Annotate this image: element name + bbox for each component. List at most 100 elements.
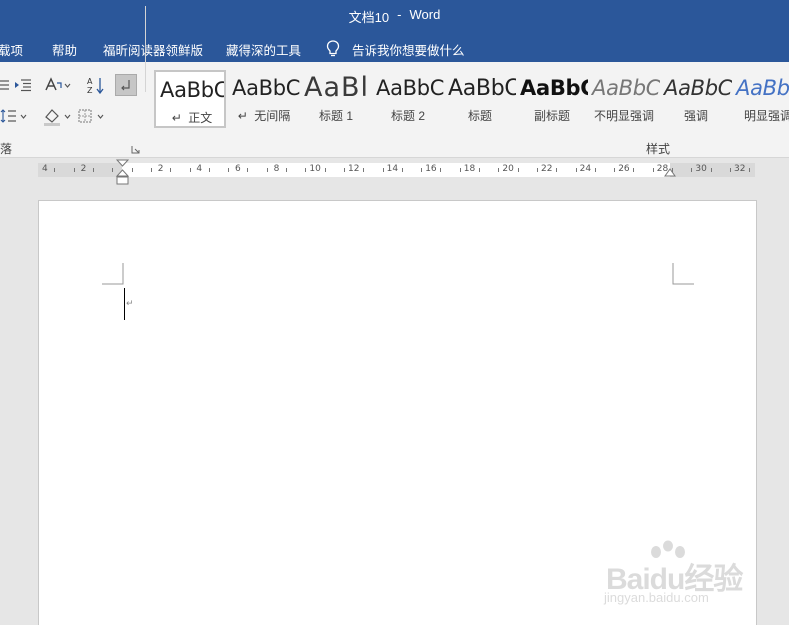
tab-foxit-reader[interactable]: 福昕阅读器领鲜版 bbox=[103, 40, 203, 59]
style-name: 副标题 bbox=[533, 109, 570, 123]
ruler-tick bbox=[93, 168, 95, 172]
document-name: 文档10 bbox=[348, 9, 390, 25]
styles-group-label: 样式 bbox=[646, 142, 671, 156]
ruler-tick bbox=[614, 168, 616, 172]
ruler-tick bbox=[305, 168, 307, 172]
style-subtle-emphasis[interactable]: AaBbC 不明显强调 bbox=[588, 70, 660, 128]
style-preview: AaBbC bbox=[160, 78, 226, 102]
ruler-number: 20 bbox=[502, 164, 514, 174]
indent-markers-icon[interactable] bbox=[116, 159, 129, 186]
tab-help[interactable]: 帮助 bbox=[52, 40, 77, 59]
style-no-spacing[interactable]: AaBbC ↵ 无间隔 bbox=[228, 70, 300, 128]
ruler-tick bbox=[208, 168, 210, 172]
ruler-tick bbox=[691, 168, 693, 172]
watermark-url: jingyan.baidu.com bbox=[604, 590, 709, 605]
style-name: 不明显强调 bbox=[593, 109, 654, 123]
margin-corner-top-left bbox=[102, 263, 124, 285]
watermark: Baidu经验 jingyan.baidu.com bbox=[600, 540, 780, 610]
ruler-tick bbox=[150, 168, 152, 172]
style-name: 标题 bbox=[467, 109, 492, 123]
svg-text:A: A bbox=[87, 77, 93, 86]
style-preview: AaBbC bbox=[736, 76, 789, 100]
ruler-tick bbox=[575, 168, 577, 172]
ruler-tick bbox=[170, 168, 172, 172]
right-indent-marker-icon[interactable] bbox=[664, 168, 676, 178]
ruler-number: 2 bbox=[157, 164, 164, 174]
paragraph-mark: ↵ bbox=[171, 111, 182, 125]
chinese-layout-icon[interactable] bbox=[44, 77, 72, 93]
ruler-number: 8 bbox=[273, 164, 280, 174]
style-preview: AaBbC bbox=[448, 76, 516, 101]
ruler-tick bbox=[54, 168, 56, 172]
svg-text:Z: Z bbox=[87, 86, 93, 94]
ruler-tick bbox=[517, 168, 519, 172]
ruler-tick bbox=[401, 168, 403, 172]
line-spacing-icon[interactable] bbox=[0, 108, 30, 124]
paragraph-mark-icon bbox=[121, 80, 130, 91]
ruler-tick bbox=[440, 168, 442, 172]
ruler-number: 22 bbox=[541, 164, 553, 174]
dialog-launcher-icon[interactable] bbox=[131, 145, 140, 154]
document-paragraph-mark: ↵ bbox=[126, 298, 134, 308]
style-name: ↵ 无间隔 bbox=[237, 109, 291, 123]
ruler-tick bbox=[459, 168, 461, 172]
ruler-tick bbox=[343, 168, 345, 172]
ruler-tick bbox=[556, 168, 558, 172]
text-cursor bbox=[124, 288, 125, 320]
ruler-tick bbox=[498, 168, 500, 172]
title-separator: - bbox=[397, 6, 402, 22]
group-separator bbox=[145, 6, 146, 92]
sort-icon[interactable]: A Z bbox=[86, 76, 106, 94]
ruler-tick bbox=[228, 168, 230, 172]
ruler-number: 2 bbox=[80, 164, 87, 174]
style-name: 明显强调 bbox=[743, 109, 789, 123]
style-title[interactable]: AaBbC 标题 bbox=[444, 70, 516, 128]
tab-hidden-tools[interactable]: 藏得深的工具 bbox=[226, 40, 301, 59]
shading-icon[interactable] bbox=[42, 106, 74, 126]
ruler-tick bbox=[286, 168, 288, 172]
paragraph-group-label: 落 bbox=[0, 142, 13, 156]
increase-indent-icon[interactable] bbox=[14, 78, 32, 92]
ruler-tick bbox=[112, 168, 114, 172]
ruler-number: 4 bbox=[42, 164, 48, 174]
ruler-number: 18 bbox=[463, 164, 476, 174]
style-name: 强调 bbox=[683, 109, 708, 123]
borders-icon[interactable] bbox=[78, 108, 108, 124]
ruler-tick bbox=[266, 168, 268, 172]
ruler-tick bbox=[382, 168, 384, 172]
bullets-icon[interactable] bbox=[0, 78, 10, 92]
ruler-number: 6 bbox=[235, 164, 241, 174]
style-preview: AaBbC bbox=[592, 76, 660, 100]
ruler-number: 10 bbox=[309, 164, 321, 174]
ribbon-tabs: 载项 帮助 福昕阅读器领鲜版 藏得深的工具 告诉我你想要做什么 bbox=[0, 32, 789, 62]
horizontal-ruler[interactable]: 4 2 2 4 6 8 10 12 14 16 18 20 22 24 26 28 30 32 bbox=[38, 163, 755, 177]
margin-corner-top-right bbox=[672, 263, 694, 285]
style-normal[interactable]: AaBbC ↵ 正文 bbox=[154, 70, 226, 128]
ruler-tick bbox=[710, 168, 712, 172]
ruler-tick bbox=[189, 168, 191, 172]
style-subtitle[interactable]: AaBbC 副标题 bbox=[516, 70, 588, 128]
ruler-tick bbox=[633, 168, 635, 172]
ruler-number: 4 bbox=[196, 164, 203, 174]
tab-addins[interactable]: 载项 bbox=[0, 40, 23, 59]
style-name: 标题 2 bbox=[390, 109, 425, 123]
style-intense-emphasis[interactable]: AaBbC 明显强调 bbox=[732, 70, 789, 128]
style-heading-2[interactable]: AaBbC 标题 2 bbox=[372, 70, 444, 128]
app-name: Word bbox=[409, 6, 441, 22]
ruler-tick bbox=[479, 168, 481, 172]
styles-gallery: AaBbC ↵ 正文 AaBbC ↵ 无间隔 AaBl 标题 1 AaBbC 标… bbox=[154, 70, 789, 128]
ruler-tick bbox=[73, 168, 75, 172]
ruler-tick bbox=[594, 168, 596, 172]
window-title: 文档10 - Word bbox=[349, 7, 441, 26]
style-heading-1[interactable]: AaBl 标题 1 bbox=[300, 70, 372, 128]
style-emphasis[interactable]: AaBbC 强调 bbox=[660, 70, 732, 128]
tell-me-search[interactable]: 告诉我你想要做什么 bbox=[352, 40, 465, 59]
ruler-tick bbox=[729, 168, 731, 172]
style-preview: AaBbC bbox=[664, 76, 732, 100]
style-preview: AaBbC bbox=[232, 76, 300, 100]
title-bar: 文档10 - Word bbox=[0, 0, 789, 32]
ruler-number: 30 bbox=[695, 164, 707, 174]
ruler-number: 26 bbox=[618, 164, 630, 174]
show-hide-marks-button[interactable] bbox=[115, 74, 137, 96]
lightbulb-icon[interactable] bbox=[326, 40, 340, 58]
